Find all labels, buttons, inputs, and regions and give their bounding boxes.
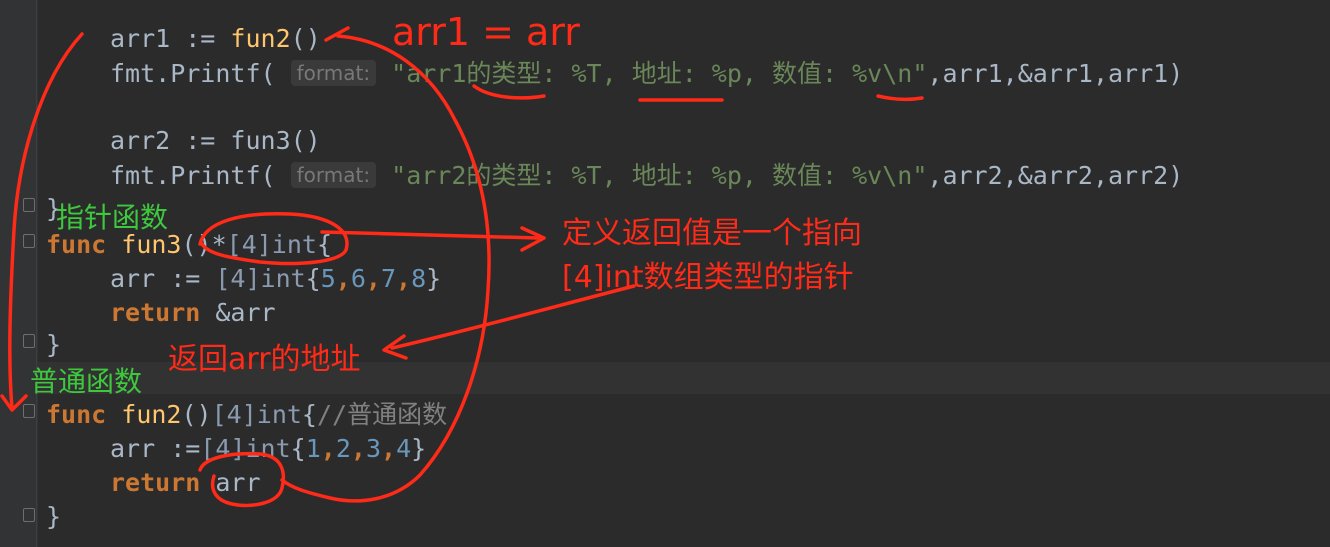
annotation-definition-line1: 定义返回值是一个指向 <box>562 216 862 251</box>
arrow-stroke <box>320 230 540 240</box>
annotation-definition-line2: [4]int数组类型的指针 <box>562 260 854 295</box>
annotation-return-address: 返回arr的地址 <box>168 342 361 377</box>
underline-stroke <box>472 84 546 100</box>
annotation-arr1-equals-arr: arr1 = arr <box>392 10 580 54</box>
arrowhead-stroke <box>0 394 28 412</box>
underline-stroke <box>876 94 924 102</box>
circle-stroke <box>198 212 349 266</box>
circle-stroke <box>198 451 286 508</box>
loop-stroke <box>280 34 491 503</box>
annotation-normal-function: 普通函数 <box>30 365 143 398</box>
annotation-pointer-function: 指针函数 <box>56 201 169 234</box>
